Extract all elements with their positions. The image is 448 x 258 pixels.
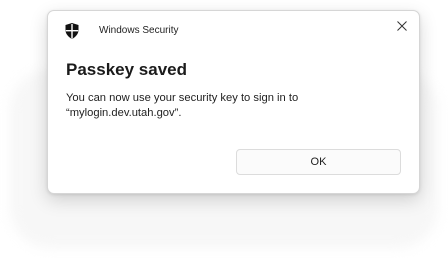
passkey-saved-dialog: Windows Security Passkey saved You can n… <box>47 10 420 194</box>
message-line-2: “mylogin.dev.utah.gov”. <box>66 107 182 119</box>
dialog-heading: Passkey saved <box>66 60 187 79</box>
message-line-1: You can now use your security key to sig… <box>66 92 299 104</box>
shield-icon <box>65 23 79 39</box>
close-icon <box>397 21 407 31</box>
title-bar: Windows Security <box>48 11 419 49</box>
ok-button[interactable]: OK <box>236 149 401 175</box>
close-button[interactable] <box>391 15 413 37</box>
app-title: Windows Security <box>99 25 179 36</box>
dialog-message: You can now use your security key to sig… <box>66 91 396 121</box>
